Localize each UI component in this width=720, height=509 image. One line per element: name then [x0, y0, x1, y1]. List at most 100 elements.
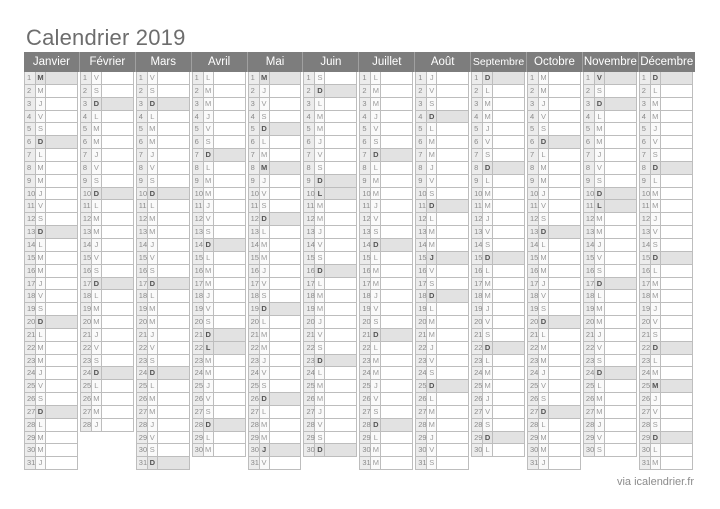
note-cell	[269, 316, 302, 329]
day-row: 18 J	[191, 290, 246, 304]
weekday-letter: M	[650, 380, 661, 394]
note-cell	[549, 123, 581, 137]
sunday-row: 21 D	[191, 328, 246, 342]
day-row: 7V	[303, 149, 358, 162]
weekday-letter: L	[203, 161, 214, 175]
day-row: 19 J	[638, 303, 693, 317]
weekday-letter: V	[594, 341, 605, 355]
day-number: 7	[24, 149, 36, 162]
weekday-letter: S	[539, 123, 550, 137]
weekday-letter: L	[539, 418, 550, 432]
day-number: 14	[359, 238, 372, 252]
day-number: 30	[527, 444, 540, 458]
day-number: 7	[303, 149, 316, 162]
weekday-letter: D	[91, 367, 102, 381]
day-row: 18 L	[79, 290, 134, 304]
weekday-letter: V	[427, 174, 438, 188]
day-row: 20 V	[638, 316, 693, 329]
day-number: 14	[527, 238, 540, 252]
weekday-letter: S	[427, 97, 438, 111]
note-cell	[157, 393, 190, 406]
day-row: 14 J	[582, 238, 637, 252]
note-cell	[604, 161, 637, 175]
note-cell	[46, 110, 78, 124]
day-row: 30 L	[638, 444, 693, 458]
note-cell	[157, 354, 190, 368]
day-number: 28	[191, 418, 204, 432]
note-cell	[549, 341, 581, 355]
day-row: 21 J	[135, 328, 190, 342]
day-number: 30	[415, 444, 428, 458]
month-column-9: 1 D 2 L 3 M 4 M 5 J 6 V 7 S 8 D 9 L 10 M 11 M 12 J 13 V 14 S 15 D 16 L 1…	[471, 72, 527, 470]
sunday-row: 27 D	[24, 405, 78, 419]
note-cell	[213, 380, 246, 394]
note-cell	[660, 110, 693, 124]
day-number: 9	[415, 174, 428, 188]
weekday-letter: M	[539, 264, 550, 278]
day-number: 12	[415, 213, 428, 227]
day-row: 13 M	[415, 226, 470, 239]
day-row: 3L	[303, 97, 358, 111]
day-number: 13	[582, 226, 595, 239]
note-cell	[604, 251, 637, 265]
day-row: 14 V	[303, 238, 358, 252]
weekday-letter: M	[650, 110, 661, 124]
day-number: 18	[303, 290, 316, 304]
day-row: 17 J	[527, 277, 581, 291]
note-cell	[604, 277, 637, 291]
weekday-letter: L	[36, 238, 46, 252]
note-cell	[437, 149, 470, 162]
sunday-row: 15 D	[471, 251, 526, 265]
weekday-letter: D	[36, 136, 46, 150]
weekday-letter: M	[203, 84, 214, 98]
day-number: 2	[24, 84, 36, 98]
year-calendar: Janvier Février Mars Avril Mai Juin Juillet Aoû…	[24, 52, 695, 471]
day-row: 18 S	[247, 290, 302, 304]
day-number: 15	[415, 251, 428, 265]
note-cell	[493, 226, 526, 239]
day-number: 5	[638, 123, 651, 137]
day-row: 11 M	[303, 200, 358, 214]
note-cell	[101, 405, 134, 419]
day-number: 17	[303, 277, 316, 291]
day-row: 14 J	[135, 238, 190, 252]
day-row: 15 V	[582, 251, 637, 265]
note-cell	[213, 123, 246, 137]
day-number: 18	[79, 290, 92, 304]
day-number: 22	[415, 341, 428, 355]
weekday-letter: D	[91, 277, 102, 291]
day-row: 24 M	[359, 367, 414, 381]
note-cell	[269, 303, 302, 317]
weekday-letter: D	[594, 97, 605, 111]
note-cell	[325, 136, 358, 150]
day-row: 10 M	[471, 187, 526, 201]
sunday-row: 2D	[303, 84, 358, 98]
note-cell	[660, 380, 693, 394]
day-number: 31	[359, 457, 372, 471]
weekday-letter: D	[203, 418, 214, 432]
weekday-letter: S	[483, 328, 494, 342]
day-number: 14	[415, 238, 428, 252]
day-row: 16 M	[24, 264, 78, 278]
day-row: 14 S	[471, 238, 526, 252]
note-cell	[437, 110, 470, 124]
note-cell	[437, 444, 470, 458]
weekday-letter: V	[203, 123, 214, 137]
weekday-letter: M	[594, 405, 605, 419]
day-row: 23 S	[79, 354, 134, 368]
day-row: 1S	[303, 72, 358, 85]
note-cell	[604, 316, 637, 329]
day-row: 4S	[247, 110, 302, 124]
day-number: 13	[359, 226, 372, 239]
day-number: 8	[247, 161, 260, 175]
day-number: 6	[79, 136, 92, 150]
empty-day-slot	[471, 457, 525, 470]
day-number: 31	[527, 457, 540, 471]
day-number: 11	[79, 200, 92, 214]
day-number: 1	[527, 72, 540, 85]
weekday-letter: M	[203, 444, 214, 458]
day-number: 6	[135, 136, 148, 150]
day-row: 29 S	[303, 431, 358, 445]
note-cell	[213, 200, 246, 214]
day-number: 19	[471, 303, 484, 317]
